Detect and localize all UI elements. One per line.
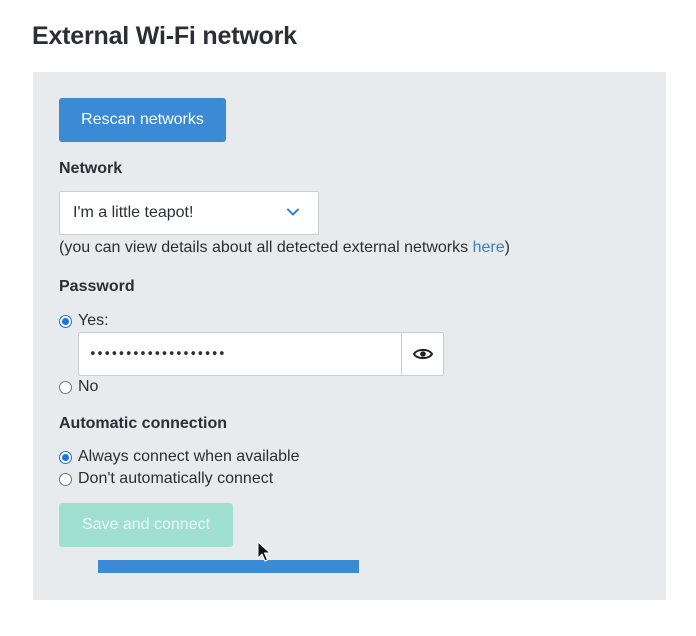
page-title: External Wi-Fi network — [32, 22, 297, 50]
mouse-cursor-icon — [257, 541, 271, 562]
auto-connect-label: Automatic connection — [59, 415, 228, 432]
wifi-settings-panel: Rescan networks Network I'm a little tea… — [33, 72, 666, 600]
auto-connect-never-radio[interactable] — [59, 472, 72, 486]
auto-connect-never-option[interactable]: Don't automatically connect — [59, 470, 273, 488]
auto-connect-never-label: Don't automatically connect — [78, 470, 274, 487]
password-field-group — [78, 332, 444, 376]
progress-bar — [98, 560, 359, 573]
password-yes-label: Yes: — [78, 312, 109, 329]
network-selected-value: I'm a little teapot! — [73, 204, 194, 221]
network-label: Network — [59, 160, 123, 177]
network-hint: (you can view details about all detected… — [59, 239, 510, 257]
password-label: Password — [59, 278, 135, 295]
password-no-radio[interactable] — [59, 380, 72, 394]
network-select[interactable]: I'm a little teapot! — [59, 191, 319, 235]
password-yes-radio[interactable] — [59, 314, 72, 328]
auto-connect-always-radio[interactable] — [59, 450, 72, 464]
rescan-networks-button[interactable]: Rescan networks — [59, 98, 226, 142]
auto-connect-always-label: Always connect when available — [78, 448, 300, 465]
network-details-link[interactable]: here — [473, 239, 505, 256]
save-and-connect-button[interactable]: Save and connect — [59, 503, 233, 547]
chevron-down-icon — [287, 208, 299, 216]
show-password-button[interactable] — [401, 332, 444, 376]
password-input[interactable] — [78, 332, 401, 376]
password-no-label: No — [78, 378, 99, 395]
auto-connect-always-option[interactable]: Always connect when available — [59, 448, 299, 466]
password-yes-option[interactable]: Yes: — [59, 312, 109, 330]
eye-icon — [412, 348, 433, 360]
network-hint-close: ) — [504, 239, 510, 256]
password-no-option[interactable]: No — [59, 378, 98, 396]
network-hint-text: (you can view details about all detected… — [59, 239, 473, 256]
